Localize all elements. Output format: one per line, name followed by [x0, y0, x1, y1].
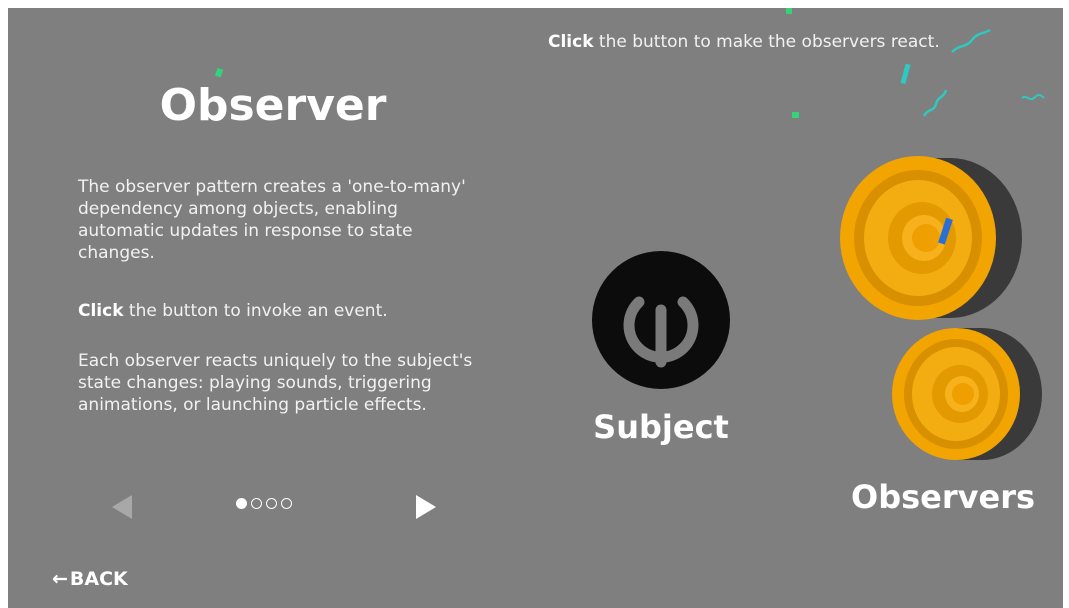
back-arrow-icon: ← — [52, 568, 68, 590]
page-indicator — [236, 498, 292, 509]
next-page-button[interactable] — [412, 492, 440, 522]
scene-viewport: Observer The observer pattern creates a … — [8, 8, 1063, 608]
speaker-icon — [892, 328, 1042, 460]
back-button[interactable]: ← BACK — [52, 568, 128, 590]
speaker-icon — [840, 156, 1022, 320]
confetti-piece — [792, 112, 799, 118]
click-emphasis: Click — [78, 301, 124, 321]
subject-power-button[interactable] — [591, 250, 731, 390]
left-triangle-icon — [112, 495, 132, 519]
back-label: BACK — [69, 568, 128, 590]
click-instruction-text: the button to invoke an event. — [123, 301, 388, 321]
instruction-click-emphasis: Click — [548, 32, 594, 52]
page-dot-3[interactable] — [266, 498, 277, 509]
confetti-piece — [1021, 94, 1045, 101]
observer-speaker-1[interactable] — [838, 146, 1028, 326]
observers-label: Observers — [850, 478, 1036, 516]
page-title: Observer — [159, 80, 387, 131]
scene-instruction: Click the button to make the observers r… — [548, 32, 940, 52]
page-dot-1[interactable] — [236, 498, 247, 509]
right-triangle-icon — [416, 495, 436, 519]
confetti-piece — [786, 8, 792, 14]
description-paragraph: The observer pattern creates a 'one-to-m… — [78, 177, 466, 263]
confetti-piece — [214, 67, 224, 78]
click-instruction-paragraph: Click the button to invoke an event. — [78, 300, 478, 322]
instruction-text: the button to make the observers react. — [593, 32, 940, 52]
confetti-piece — [951, 28, 991, 53]
confetti-piece — [922, 89, 948, 117]
confetti-piece — [900, 63, 911, 85]
previous-page-button[interactable] — [108, 492, 136, 522]
page-dot-2[interactable] — [251, 498, 262, 509]
observer-speaker-2[interactable] — [888, 318, 1048, 464]
page-dot-4[interactable] — [281, 498, 292, 509]
subject-label: Subject — [593, 408, 729, 446]
observer-reaction-paragraph: Each observer reacts uniquely to the sub… — [78, 351, 473, 415]
